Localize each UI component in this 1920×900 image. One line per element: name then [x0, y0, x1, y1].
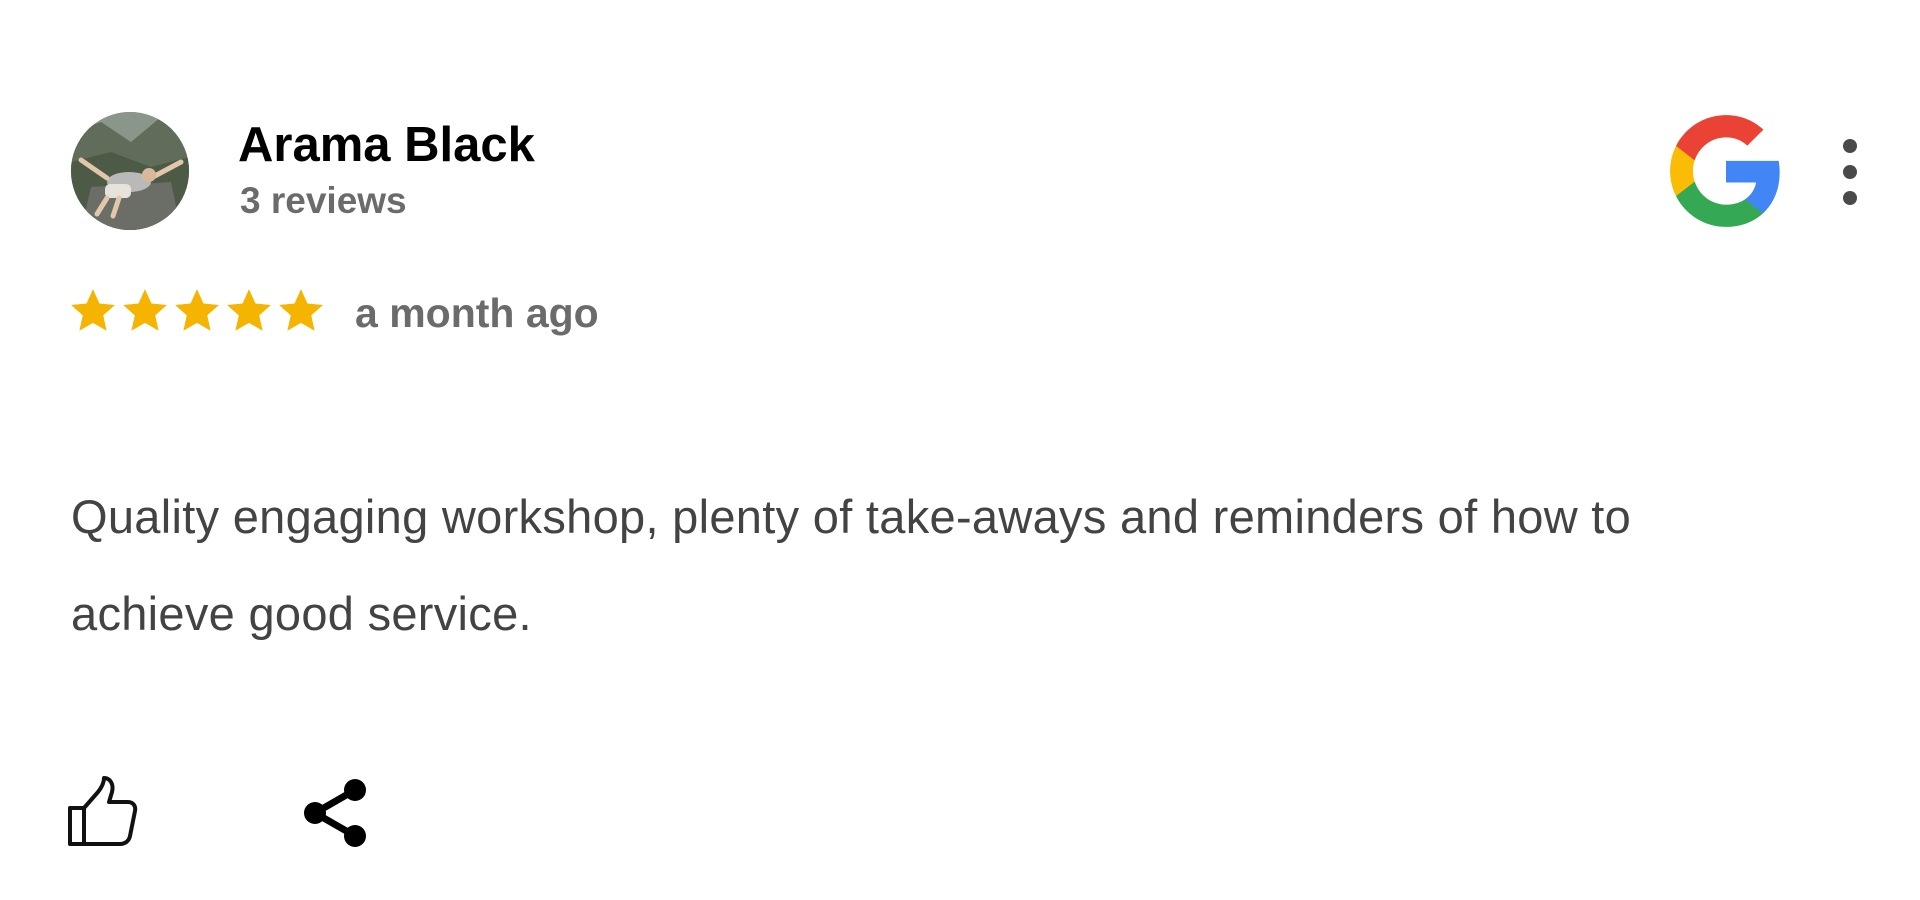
star-rating: [68, 285, 326, 339]
thumbs-up-icon: [68, 776, 138, 846]
avatar-photo-icon: [71, 112, 189, 230]
more-options-button[interactable]: [1832, 134, 1868, 210]
star-icon: [276, 285, 326, 337]
star-icon: [172, 285, 222, 337]
share-button[interactable]: [300, 776, 370, 850]
review-card: Arama Black 3 reviews a month ago Qualit…: [0, 0, 1920, 900]
review-time: a month ago: [355, 290, 599, 336]
author-name[interactable]: Arama Black: [238, 116, 535, 174]
review-count: 3 reviews: [240, 180, 407, 221]
more-vertical-icon: [1843, 139, 1857, 205]
star-icon: [120, 285, 170, 337]
star-icon: [224, 285, 274, 337]
avatar[interactable]: [71, 112, 189, 230]
share-icon: [304, 779, 366, 847]
star-icon: [68, 285, 118, 337]
like-button[interactable]: [66, 774, 138, 848]
review-text: Quality engaging workshop, plenty of tak…: [71, 490, 1632, 640]
google-logo-icon: [1665, 110, 1787, 232]
